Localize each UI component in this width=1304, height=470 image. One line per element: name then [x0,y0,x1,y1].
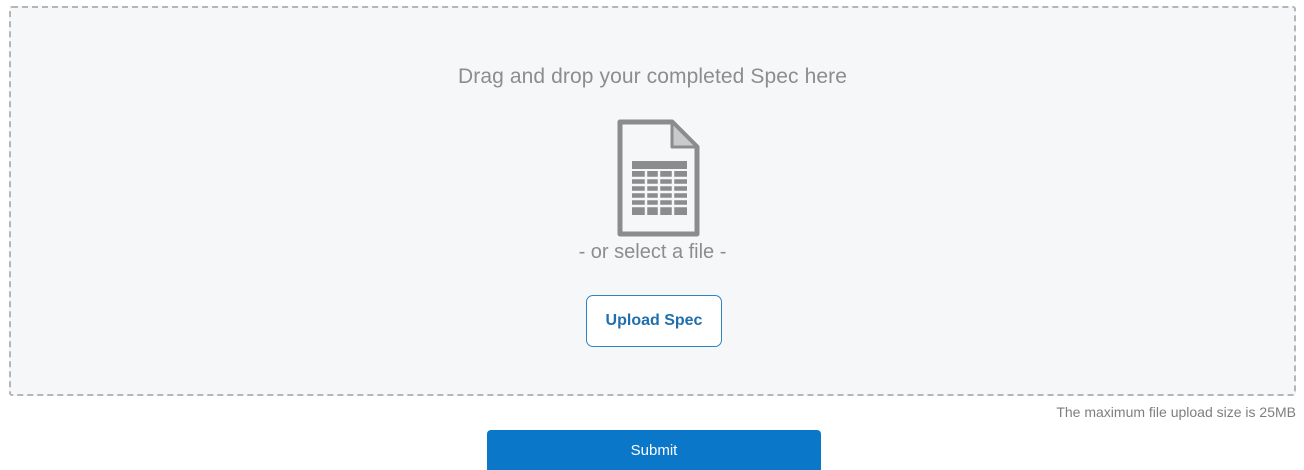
submit-button[interactable]: Submit [487,430,821,470]
or-select-file-text: - or select a file - [578,241,727,263]
file-dropzone[interactable]: Drag and drop your completed Spec here -… [9,6,1296,396]
upload-page: Drag and drop your completed Spec here -… [0,0,1304,470]
dropzone-title: Drag and drop your completed Spec here [457,65,848,88]
max-upload-size-note: The maximum file upload size is 25MB [1056,404,1296,420]
upload-spec-button[interactable]: Upload Spec [586,295,722,347]
spreadsheet-file-icon [612,119,700,237]
